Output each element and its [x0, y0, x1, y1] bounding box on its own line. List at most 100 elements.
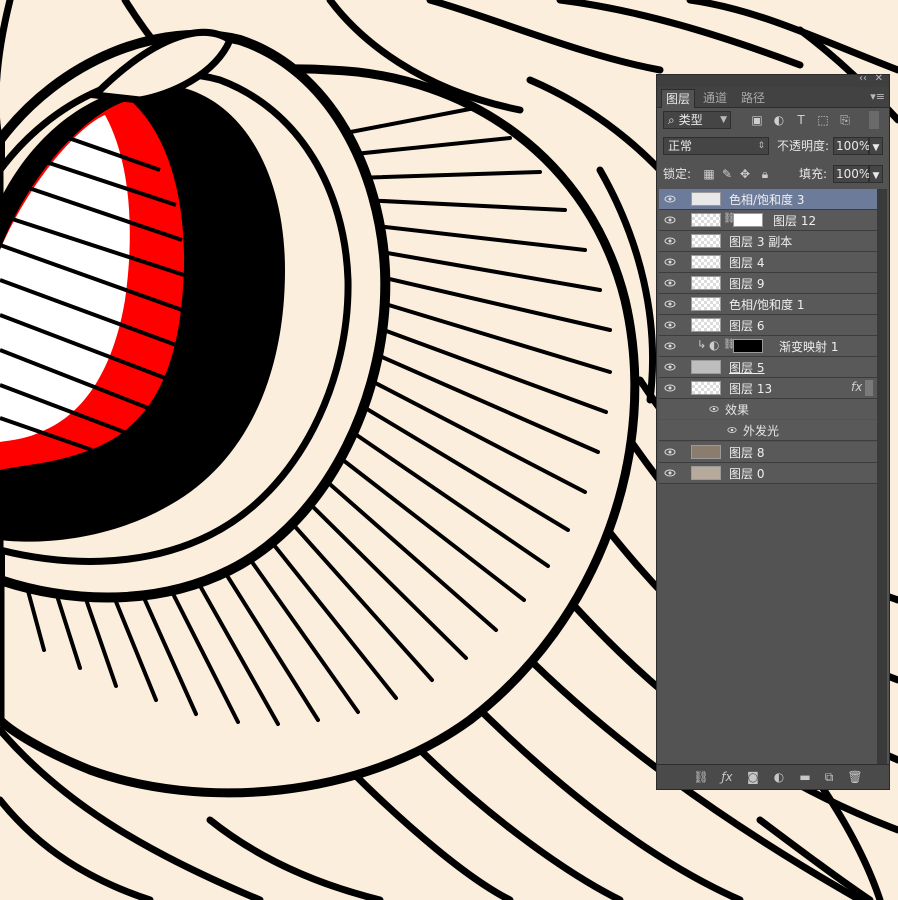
layer-row[interactable]: 图层 6 — [659, 315, 877, 336]
tab-channels[interactable]: 通道 — [699, 89, 731, 107]
panel-title-strip: ‹‹ ✕ — [657, 73, 889, 87]
tab-layers[interactable]: 图层 — [661, 89, 696, 108]
layer-thumbnail — [691, 213, 721, 227]
layer-thumbnail — [691, 255, 721, 269]
adjustment-filter-icon[interactable]: ◐ — [771, 111, 787, 129]
lock-all-icon[interactable]: 🔒︎ — [757, 165, 773, 183]
eye-icon[interactable] — [664, 361, 676, 373]
lock-brush-icon[interactable]: ✎ — [719, 165, 735, 183]
opacity-dropdown[interactable]: ▼ — [869, 137, 883, 155]
fx-icon[interactable]: ƒx — [719, 769, 735, 785]
layer-row[interactable]: 图层 4 — [659, 252, 877, 273]
fx-icon[interactable]: fx — [851, 380, 862, 394]
layer-row[interactable]: 色相/饱和度 1 — [659, 294, 877, 315]
shape-filter-icon[interactable]: ⬚ — [815, 111, 831, 129]
search-icon: ⌕ — [668, 113, 675, 127]
eye-icon[interactable] — [664, 340, 676, 352]
lock-row: 锁定: ▦ ✎ ✥ 🔒︎ 填充: 100% ▼ — [661, 165, 885, 185]
outer-glow-label: 外发光 — [743, 424, 780, 438]
link-icon[interactable]: ⛓ — [693, 769, 709, 785]
layer-row[interactable]: 图层 8 — [659, 442, 877, 463]
layer-thumbnail — [691, 234, 721, 248]
layer-row[interactable]: ⛓ 图层 12 — [659, 210, 877, 231]
close-icon[interactable]: ✕ — [875, 73, 883, 84]
blend-mode-value: 正常 — [668, 139, 693, 153]
type-filter-icon[interactable]: T — [793, 111, 809, 129]
layer-name: 图层 9 — [729, 277, 765, 291]
layer-name: 图层 5 — [729, 361, 765, 375]
lock-move-icon[interactable]: ✥ — [737, 165, 753, 183]
chevron-down-icon: ▼ — [720, 115, 727, 125]
fill-dropdown[interactable]: ▼ — [869, 165, 883, 183]
chevron-down-icon: ▼ — [872, 143, 880, 153]
eye-icon[interactable] — [664, 235, 676, 247]
filter-kind-select[interactable]: ⌕ 类型 ▼ — [663, 111, 731, 129]
effects-label: 效果 — [725, 403, 750, 417]
eye-icon[interactable] — [664, 214, 676, 226]
layer-row[interactable]: 图层 0 — [659, 463, 877, 484]
opacity-field[interactable]: 100% — [833, 137, 871, 155]
layers-scrollbar[interactable] — [877, 189, 887, 779]
layers-panel: ‹‹ ✕ 图层 通道 路径 ▾≡ ⌕ 类型 ▼ ▣ ◐ T ⬚ ⎘ 正常 ⇕ 不… — [656, 73, 890, 790]
filter-toggle[interactable] — [869, 111, 879, 129]
layer-row[interactable]: 色相/饱和度 3 — [659, 189, 877, 210]
eye-icon[interactable] — [664, 467, 676, 479]
lock-transparency-icon[interactable]: ▦ — [701, 165, 717, 183]
layer-name: 色相/饱和度 1 — [729, 298, 805, 312]
layer-row[interactable]: 图层 9 — [659, 273, 877, 294]
layer-name: 图层 3 副本 — [729, 235, 793, 249]
layer-row[interactable]: 图层 5 — [659, 357, 877, 378]
effects-row[interactable]: 效果 — [659, 399, 877, 419]
eye-icon[interactable] — [664, 319, 676, 331]
clip-arrow-icon: ↳ — [697, 338, 707, 351]
trash-icon[interactable]: 🗑︎ — [847, 769, 863, 785]
layer-thumbnail — [691, 445, 721, 459]
eye-icon[interactable] — [664, 256, 676, 268]
layer-row[interactable]: ↳ ◐ ⛓ 渐变映射 1 — [659, 336, 877, 357]
mask-icon[interactable]: ◙ — [745, 769, 761, 785]
layer-row[interactable]: 图层 3 副本 — [659, 231, 877, 252]
smart-object-filter-icon[interactable]: ⎘ — [837, 111, 853, 129]
adjustment-thumbnail — [691, 192, 721, 206]
panel-menu-icon[interactable]: ▾≡ — [870, 90, 885, 103]
layer-name: 色相/饱和度 3 — [729, 193, 805, 207]
lock-label: 锁定: — [663, 167, 692, 181]
layer-name: 图层 6 — [729, 319, 765, 333]
new-layer-icon[interactable]: ⧉ — [821, 769, 837, 785]
mask-thumbnail — [733, 339, 763, 353]
fill-label: 填充: — [799, 167, 828, 181]
layer-thumbnail — [691, 466, 721, 480]
eye-icon[interactable] — [709, 404, 719, 414]
blend-row: 正常 ⇕ 不透明度: 100% ▼ — [661, 137, 885, 157]
layer-row[interactable]: 图层 13 fx — [659, 378, 877, 399]
filter-kind-label: 类型 — [678, 113, 703, 127]
layers-list: 色相/饱和度 3 ⛓ 图层 12 图层 3 副本 图层 4 图层 9 色相/饱和… — [659, 189, 877, 485]
collapse-icon[interactable]: ‹‹ — [859, 73, 867, 84]
layer-name: 渐变映射 1 — [779, 340, 839, 354]
eye-icon[interactable] — [664, 382, 676, 394]
filter-row: ⌕ 类型 ▼ ▣ ◐ T ⬚ ⎘ — [661, 111, 885, 131]
eye-icon[interactable] — [664, 277, 676, 289]
layer-name: 图层 13 — [729, 382, 773, 396]
folder-icon[interactable]: ▬ — [797, 769, 813, 785]
eye-icon[interactable] — [727, 425, 737, 435]
eye-icon[interactable] — [664, 298, 676, 310]
eye-icon[interactable] — [664, 193, 676, 205]
adjustment-icon[interactable]: ◐ — [771, 769, 787, 785]
chevron-updown-icon: ⇕ — [757, 141, 765, 151]
layer-name: 图层 12 — [773, 214, 817, 228]
layer-thumbnail — [691, 276, 721, 290]
mask-thumbnail — [733, 213, 763, 227]
fill-field[interactable]: 100% — [833, 165, 870, 183]
adjustment-icon: ◐ — [709, 338, 720, 352]
layer-name: 图层 0 — [729, 467, 765, 481]
opacity-value: 100% — [836, 139, 871, 153]
tab-paths[interactable]: 路径 — [737, 89, 769, 107]
fx-expand-toggle[interactable] — [865, 380, 873, 396]
layer-thumbnail — [691, 381, 721, 395]
eye-icon[interactable] — [664, 446, 676, 458]
layer-thumbnail — [691, 318, 721, 332]
pixel-filter-icon[interactable]: ▣ — [749, 111, 765, 129]
effect-row[interactable]: 外发光 — [659, 420, 877, 441]
blend-mode-select[interactable]: 正常 ⇕ — [663, 137, 769, 155]
